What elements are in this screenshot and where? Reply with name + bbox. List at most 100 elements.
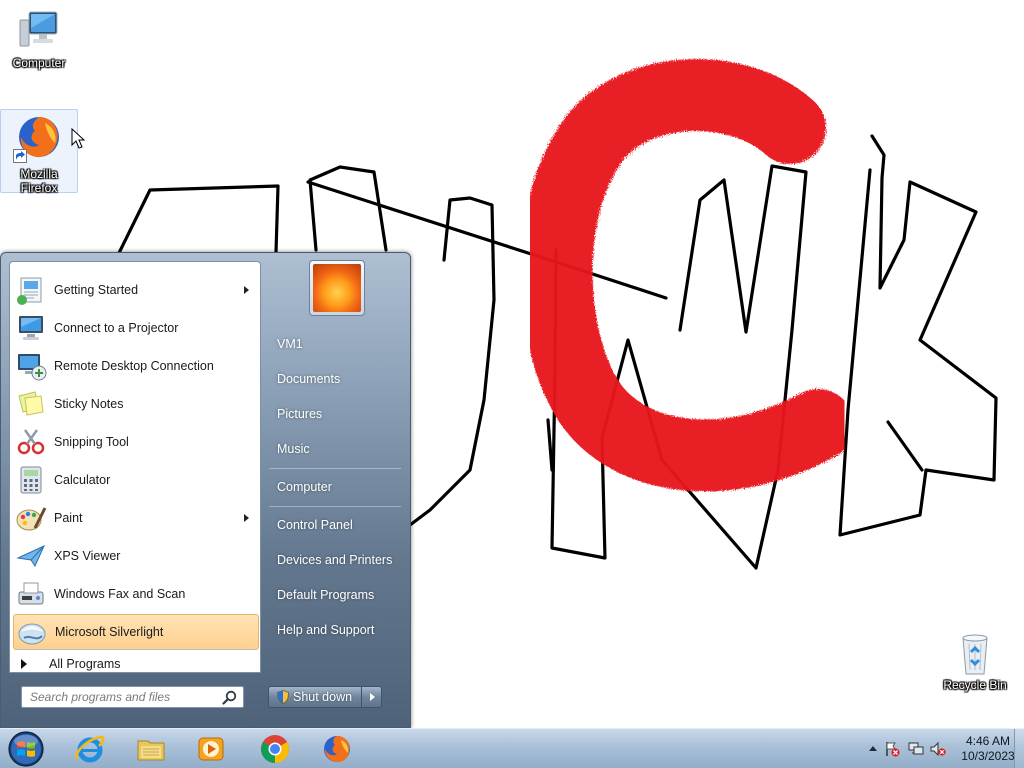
right-link-label: VM1 xyxy=(277,337,303,351)
taskbar-windows-explorer[interactable] xyxy=(127,731,175,767)
right-separator xyxy=(269,506,401,507)
firefox-icon xyxy=(324,736,350,763)
mouse-cursor-icon xyxy=(71,128,85,149)
desktop-icon-firefox[interactable]: Mozilla Firefox xyxy=(0,109,78,195)
internet-explorer-icon xyxy=(75,735,105,763)
right-link-label: Computer xyxy=(277,480,332,494)
sticky-notes-icon xyxy=(18,391,44,416)
calculator-icon xyxy=(20,466,42,494)
right-link-devices-printers[interactable]: Devices and Printers xyxy=(267,545,401,575)
paint-icon xyxy=(16,507,47,531)
program-windows-fax-scan[interactable]: Windows Fax and Scan xyxy=(13,576,259,612)
desktop-icon-computer[interactable]: Computer xyxy=(0,8,78,70)
all-programs-label: All Programs xyxy=(49,657,121,671)
program-snipping-tool[interactable]: Snipping Tool xyxy=(13,424,259,460)
shut-down-button[interactable]: Shut down xyxy=(268,686,362,708)
right-link-label: Music xyxy=(277,442,310,456)
clock-date: 10/3/2023 xyxy=(961,749,1015,763)
right-link-label: Control Panel xyxy=(277,518,353,532)
right-link-control-panel[interactable]: Control Panel xyxy=(267,510,401,540)
taskbar-chrome[interactable] xyxy=(251,731,299,767)
projector-icon xyxy=(19,316,43,340)
triangle-right-icon xyxy=(21,659,27,669)
right-link-label: Documents xyxy=(277,372,341,386)
media-player-icon xyxy=(198,737,224,761)
start-orb-button[interactable] xyxy=(6,730,46,768)
right-separator xyxy=(269,468,401,469)
right-link-music[interactable]: Music xyxy=(267,434,401,464)
program-label: Calculator xyxy=(54,473,111,487)
desktop-icon-label: Recycle Bin xyxy=(943,678,1007,692)
clock-time: 4:46 AM xyxy=(965,734,1011,748)
program-microsoft-silverlight[interactable]: Microsoft Silverlight xyxy=(13,614,259,650)
taskbar-firefox[interactable] xyxy=(313,731,361,767)
program-label: Windows Fax and Scan xyxy=(54,587,186,601)
chrome-icon xyxy=(261,735,289,763)
shortcut-arrow-icon xyxy=(13,149,27,163)
volume-muted-icon[interactable] xyxy=(930,741,946,757)
taskbar-media-player[interactable] xyxy=(187,731,235,767)
program-label: XPS Viewer xyxy=(54,549,121,563)
taskbar-internet-explorer[interactable] xyxy=(66,731,114,767)
right-link-label: Default Programs xyxy=(277,588,375,602)
fax-scan-icon xyxy=(18,582,44,605)
right-link-pictures[interactable]: Pictures xyxy=(267,399,401,429)
snipping-tool-icon xyxy=(17,429,45,455)
taskbar: 4:46 AM 10/3/2023 xyxy=(0,728,1024,768)
arrow-right-icon xyxy=(370,693,375,701)
program-calculator[interactable]: Calculator xyxy=(13,462,259,498)
programs-pane: Getting Started Connect to a Projector R… xyxy=(9,261,261,673)
remote-desktop-icon xyxy=(18,354,47,381)
program-remote-desktop[interactable]: Remote Desktop Connection xyxy=(13,348,259,384)
action-center-flag-icon[interactable] xyxy=(884,741,900,757)
right-link-computer[interactable]: Computer xyxy=(267,472,401,502)
xps-viewer-icon xyxy=(16,544,46,568)
computer-icon xyxy=(15,8,63,56)
program-label: Sticky Notes xyxy=(54,397,124,411)
program-getting-started[interactable]: Getting Started xyxy=(13,272,259,308)
show-desktop-button[interactable] xyxy=(1014,729,1024,768)
submenu-arrow-icon[interactable] xyxy=(244,514,249,522)
silverlight-icon xyxy=(18,623,46,645)
windows-explorer-icon xyxy=(137,740,165,761)
right-link-label: Pictures xyxy=(277,407,323,421)
desktop-icon-label: Computer xyxy=(12,56,66,70)
user-avatar-flower xyxy=(313,264,361,312)
clock[interactable]: 4:46 AM 10/3/2023 xyxy=(958,734,1018,764)
program-label: Remote Desktop Connection xyxy=(54,359,214,373)
right-link-label: Devices and Printers xyxy=(277,553,393,567)
program-paint[interactable]: Paint xyxy=(13,500,259,536)
show-hidden-icons-icon[interactable] xyxy=(869,746,877,751)
right-link-help-support[interactable]: Help and Support xyxy=(267,615,401,645)
program-xps-viewer[interactable]: XPS Viewer xyxy=(13,538,259,574)
system-tray: 4:46 AM 10/3/2023 xyxy=(834,729,1024,768)
program-label: Paint xyxy=(54,511,83,525)
search-icon[interactable] xyxy=(222,690,237,705)
shut-down-options-button[interactable] xyxy=(362,686,382,708)
right-link-vm1[interactable]: VM1 xyxy=(267,329,401,359)
getting-started-icon xyxy=(17,277,42,305)
program-label: Getting Started xyxy=(54,283,139,297)
desktop-icon-label: Mozilla Firefox xyxy=(20,167,58,195)
program-sticky-notes[interactable]: Sticky Notes xyxy=(13,386,259,422)
search-input[interactable] xyxy=(30,688,220,706)
right-link-default-programs[interactable]: Default Programs xyxy=(267,580,401,610)
network-icon[interactable] xyxy=(908,741,924,757)
shut-down-label: Shut down xyxy=(293,690,353,704)
all-programs-button[interactable]: All Programs xyxy=(13,652,259,676)
program-connect-to-projector[interactable]: Connect to a Projector xyxy=(13,310,259,346)
divider xyxy=(16,648,254,649)
right-link-label: Help and Support xyxy=(277,623,375,637)
firefox-icon xyxy=(13,113,63,163)
search-box[interactable] xyxy=(21,686,244,708)
uac-shield-icon xyxy=(277,690,289,704)
recycle-bin-icon xyxy=(951,630,999,678)
submenu-arrow-icon[interactable] xyxy=(244,286,249,294)
program-label: Connect to a Projector xyxy=(54,321,179,335)
start-menu: Getting Started Connect to a Projector R… xyxy=(0,252,411,728)
right-link-documents[interactable]: Documents xyxy=(267,364,401,394)
program-label: Microsoft Silverlight xyxy=(55,625,164,639)
user-picture[interactable] xyxy=(309,260,365,316)
desktop-icon-recycle-bin[interactable]: Recycle Bin xyxy=(936,630,1014,692)
program-label: Snipping Tool xyxy=(54,435,129,449)
